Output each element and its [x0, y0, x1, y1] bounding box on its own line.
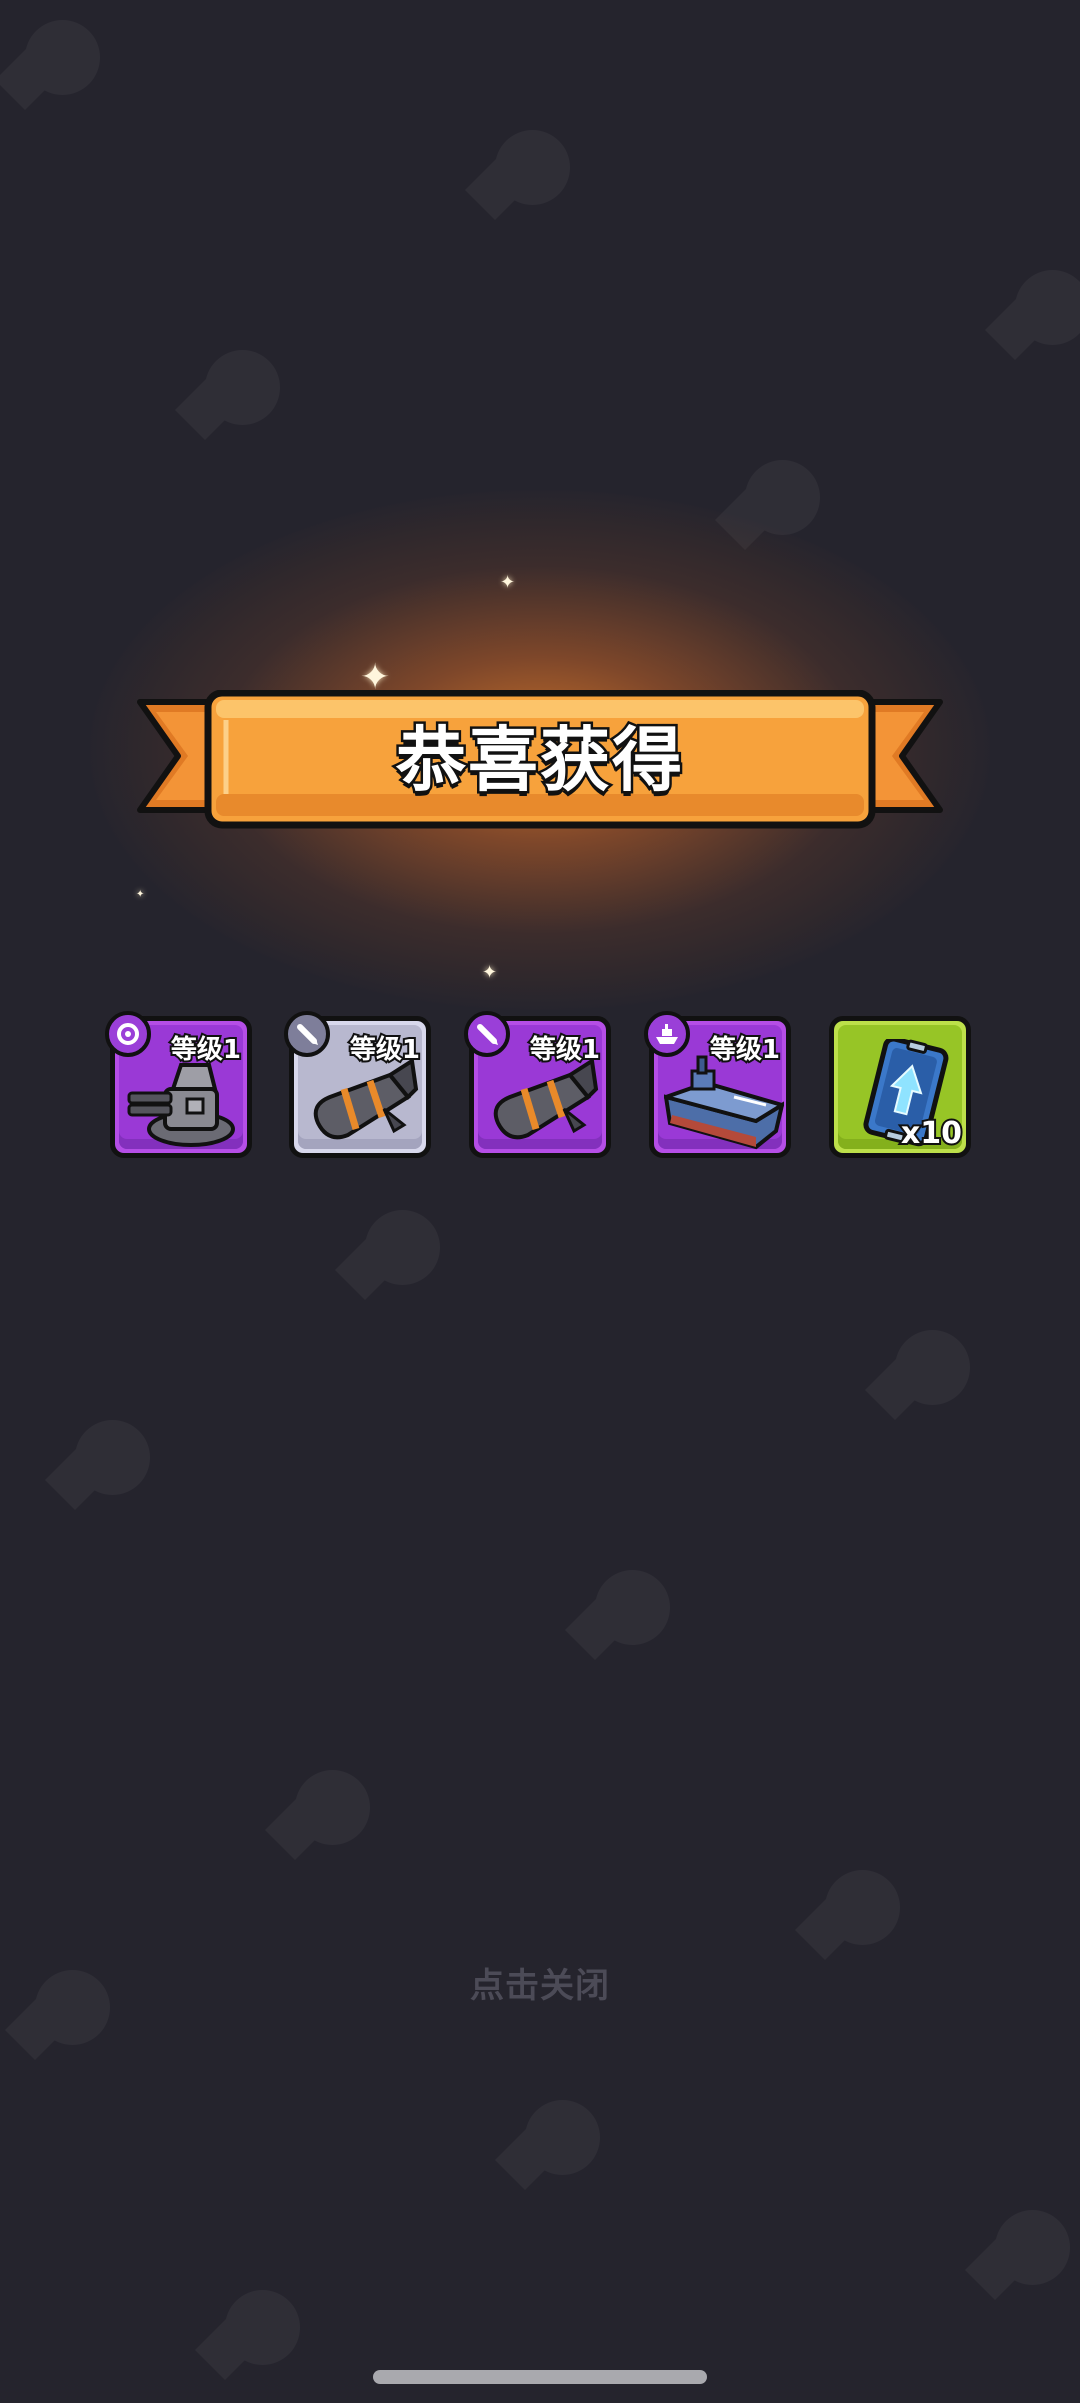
- sparkle-icon: ✦: [500, 572, 516, 593]
- tap-to-close-hint[interactable]: 点击关闭: [0, 1958, 1080, 2007]
- background-pattern-icon: [550, 1540, 700, 1690]
- missile-icon: [284, 1011, 330, 1057]
- gear-icon: [105, 1011, 151, 1057]
- background-pattern-icon: [450, 100, 600, 250]
- background-pattern-icon: [180, 2260, 330, 2403]
- background-pattern-icon: [160, 320, 310, 470]
- reward-card-battleship[interactable]: 等级1: [644, 1011, 791, 1158]
- reward-card-missile-gray[interactable]: 等级1: [284, 1011, 431, 1158]
- home-indicator[interactable]: [373, 2370, 707, 2384]
- level-label: 等级1: [169, 1033, 243, 1067]
- missile-icon: [464, 1011, 510, 1057]
- level-label: 等级1: [348, 1033, 422, 1067]
- reward-card-turret[interactable]: 等级1: [105, 1011, 252, 1158]
- background-pattern-icon: [320, 1180, 470, 1330]
- reward-popup-screen[interactable]: ✦ ✦ ✦ ✦ 恭喜获得 等级1 等级1 等级1 等级1 x10 点击关闭: [0, 0, 1080, 2403]
- level-label: 等级1: [528, 1033, 602, 1067]
- background-pattern-icon: [0, 0, 130, 140]
- background-pattern-icon: [30, 1390, 180, 1540]
- reward-card-missile-purple[interactable]: 等级1: [464, 1011, 611, 1158]
- background-pattern-icon: [250, 1740, 400, 1890]
- background-pattern-icon: [970, 240, 1080, 390]
- level-label: 等级1: [708, 1033, 782, 1067]
- background-pattern-icon: [850, 1300, 1000, 1450]
- sparkle-icon: ✦: [136, 889, 145, 900]
- title-ribbon: 恭喜获得: [130, 690, 950, 830]
- sparkle-icon: ✦: [482, 962, 498, 983]
- background-pattern-icon: [950, 2180, 1080, 2330]
- quantity-label: x10: [899, 1114, 964, 1153]
- reward-card-upgrade[interactable]: x10: [829, 1016, 971, 1158]
- ship-icon: [644, 1011, 690, 1057]
- popup-title: 恭喜获得: [394, 717, 685, 804]
- background-pattern-icon: [480, 2070, 630, 2220]
